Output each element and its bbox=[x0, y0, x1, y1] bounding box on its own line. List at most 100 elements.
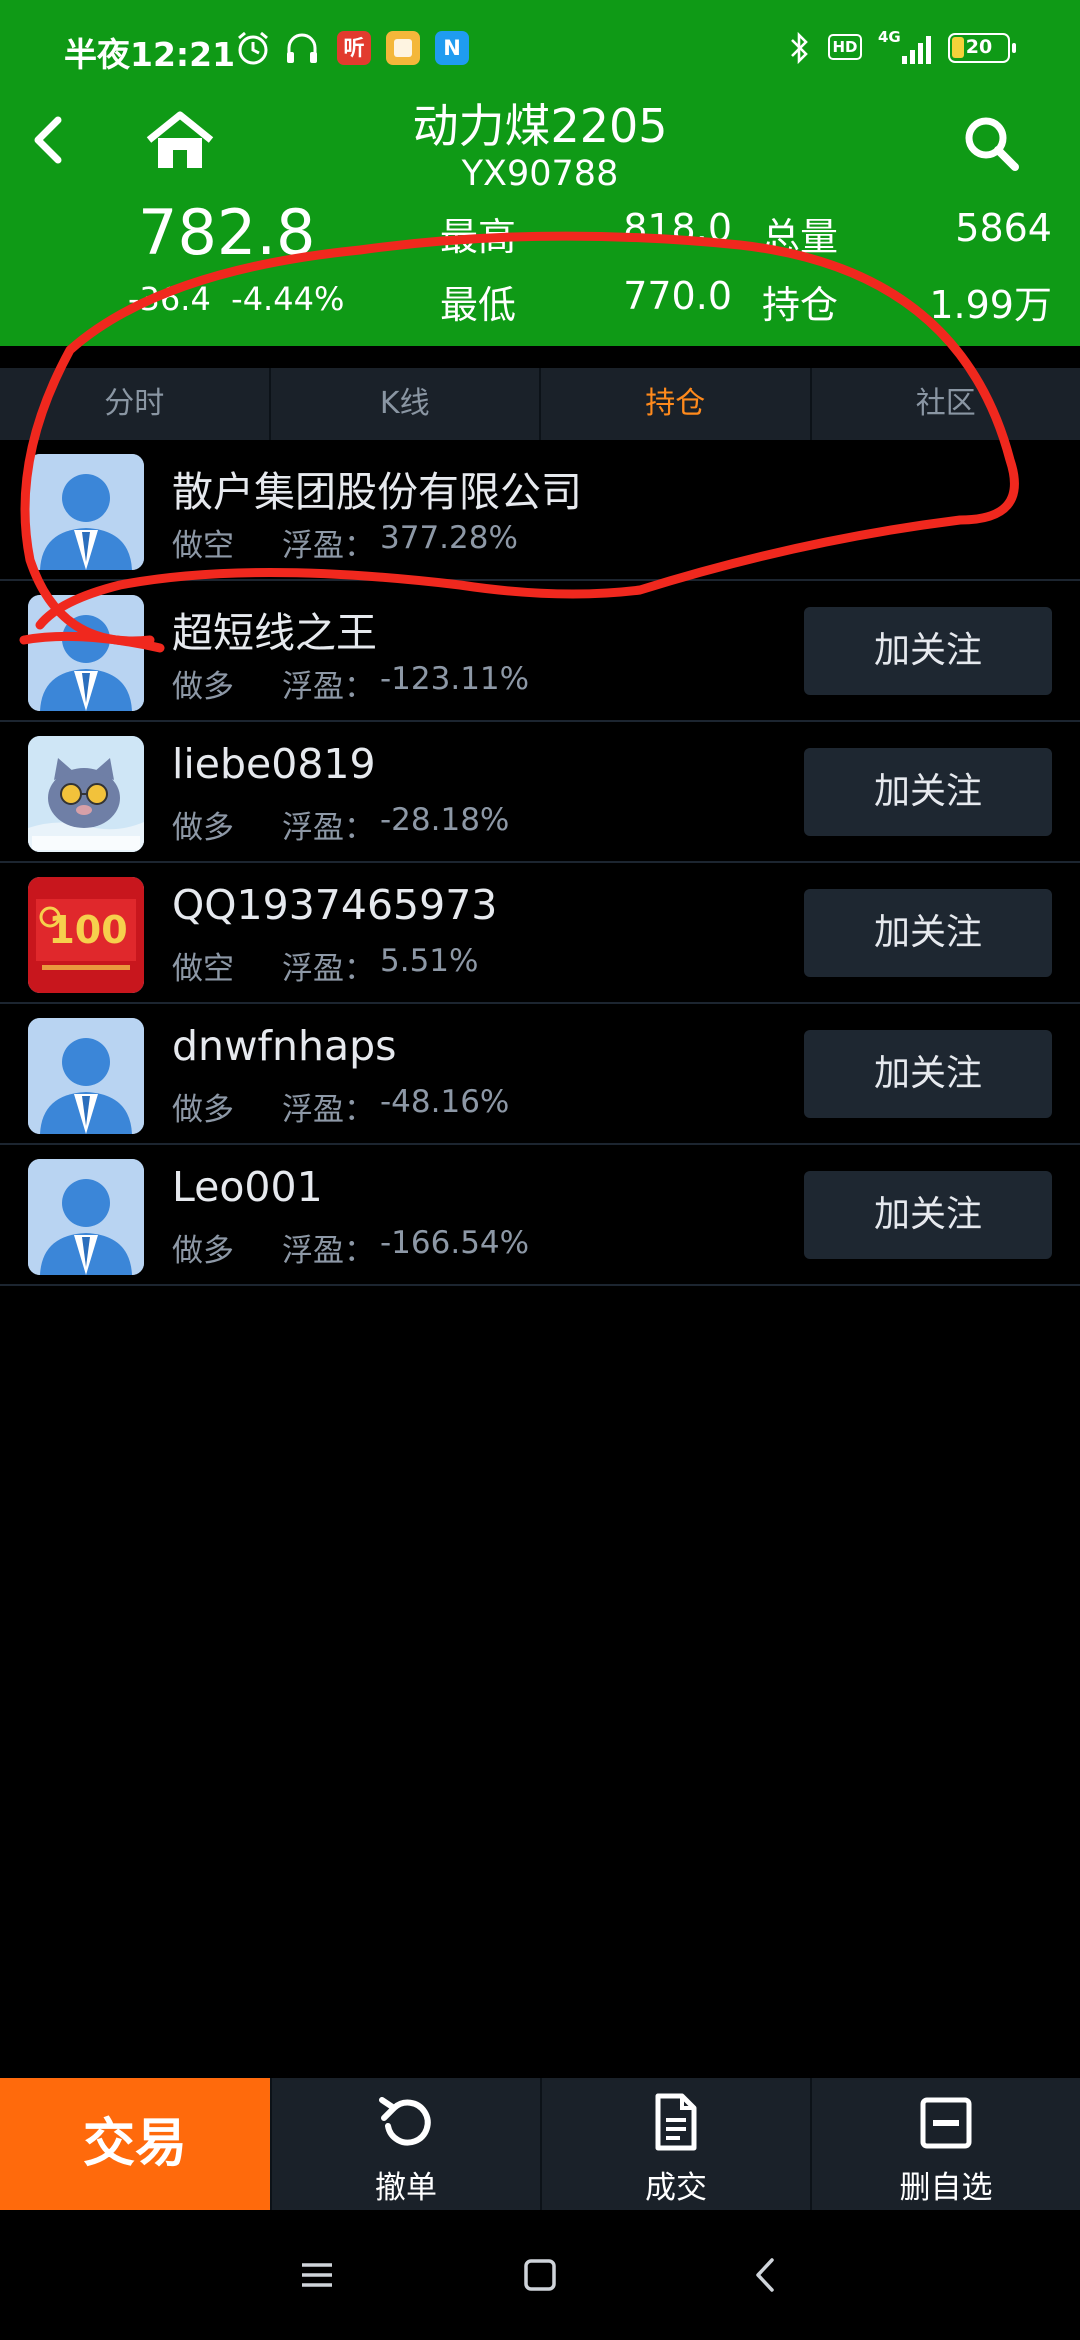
list-item[interactable]: Leo001 做多 浮盈： -166.54% 加关注 bbox=[0, 1145, 1080, 1286]
trader-name: QQ1937465973 bbox=[172, 881, 498, 929]
status-bar: 半夜12:21 听 N HD 4G 20 bbox=[0, 0, 1080, 100]
trades-button[interactable]: 成交 bbox=[540, 2078, 810, 2210]
avatar[interactable] bbox=[28, 454, 144, 570]
home-icon[interactable] bbox=[145, 110, 215, 172]
pnl-label: 浮盈： bbox=[282, 1092, 375, 1128]
position-side: 做多 bbox=[172, 1233, 234, 1269]
pnl-value: 377.28% bbox=[380, 520, 518, 556]
pnl-value: -28.18% bbox=[380, 802, 510, 838]
avatar[interactable] bbox=[28, 595, 144, 711]
search-icon[interactable] bbox=[960, 112, 1022, 174]
cat-avatar-icon bbox=[28, 736, 144, 852]
last-price: 782.8 bbox=[138, 196, 316, 269]
volume-label: 总量 bbox=[762, 215, 839, 259]
price-change: -36.4 -4.44% bbox=[128, 280, 344, 318]
remove-watchlist-label: 删自选 bbox=[899, 2170, 993, 2206]
pnl-value: -123.11% bbox=[380, 661, 530, 697]
system-back-icon[interactable] bbox=[742, 2250, 792, 2300]
pnl-value: -48.16% bbox=[380, 1084, 510, 1120]
trader-name: 超短线之王 bbox=[172, 609, 377, 657]
list-item[interactable]: 100 QQ1937465973 做空 浮盈： 5.51% 加关注 bbox=[0, 863, 1080, 1004]
signal-icon bbox=[902, 36, 931, 64]
tab-bar: 分时 K线 持仓 社区 bbox=[0, 368, 1080, 440]
change-value: -36.4 bbox=[128, 280, 211, 318]
change-percent: -4.44% bbox=[231, 280, 345, 318]
remove-watchlist-button[interactable]: 删自选 bbox=[810, 2078, 1080, 2210]
open-interest-value: 1.99万 bbox=[929, 283, 1052, 327]
remove-watchlist-icon bbox=[920, 2097, 972, 2149]
trader-name: 散户集团股份有限公司 bbox=[172, 468, 582, 516]
contract-code: YX90788 bbox=[461, 154, 619, 194]
pnl-label: 浮盈： bbox=[282, 810, 375, 846]
trader-name: dnwfnhaps bbox=[172, 1022, 397, 1070]
follow-button[interactable]: 加关注 bbox=[804, 889, 1052, 977]
trader-name: Leo001 bbox=[172, 1163, 323, 1211]
list-item[interactable]: 超短线之王 做多 浮盈： -123.11% 加关注 bbox=[0, 581, 1080, 722]
avatar[interactable]: 100 bbox=[28, 877, 144, 993]
follow-button[interactable]: 加关注 bbox=[804, 1030, 1052, 1118]
avatar[interactable] bbox=[28, 1159, 144, 1275]
avatar[interactable] bbox=[28, 1018, 144, 1134]
positions-list: 散户集团股份有限公司 做空 浮盈： 377.28% 超短线之王 做多 浮盈： -… bbox=[0, 440, 1080, 1286]
pnl-value: -166.54% bbox=[380, 1225, 530, 1261]
battery-level: 20 bbox=[965, 36, 993, 58]
low-label: 最低 bbox=[440, 283, 517, 327]
notes-app-icon bbox=[386, 31, 420, 65]
list-item[interactable]: dnwfnhaps 做多 浮盈： -48.16% 加关注 bbox=[0, 1004, 1080, 1145]
pnl-label: 浮盈： bbox=[282, 1233, 375, 1269]
back-arrow-icon[interactable] bbox=[28, 112, 68, 168]
follow-button[interactable]: 加关注 bbox=[804, 1171, 1052, 1259]
trade-button[interactable]: 交易 bbox=[0, 2078, 270, 2210]
pnl-label: 浮盈： bbox=[282, 951, 375, 987]
status-time: 半夜12:21 bbox=[64, 35, 236, 74]
default-avatar-icon bbox=[28, 595, 144, 711]
tab-timeshare[interactable]: 分时 bbox=[0, 368, 271, 440]
trades-label: 成交 bbox=[645, 2170, 707, 2206]
document-icon bbox=[655, 2093, 697, 2151]
pnl-label: 浮盈： bbox=[282, 528, 375, 564]
hd-icon: HD bbox=[828, 34, 862, 60]
pnl-label: 浮盈： bbox=[282, 669, 375, 705]
follow-button[interactable]: 加关注 bbox=[804, 607, 1052, 695]
battery-icon: 20 bbox=[948, 33, 1016, 63]
avatar[interactable] bbox=[28, 736, 144, 852]
list-item[interactable]: liebe0819 做多 浮盈： -28.18% 加关注 bbox=[0, 722, 1080, 863]
tab-community[interactable]: 社区 bbox=[812, 368, 1080, 440]
pnl-value: 5.51% bbox=[380, 943, 479, 979]
menu-icon[interactable] bbox=[292, 2250, 342, 2300]
network-type: 4G bbox=[878, 28, 901, 46]
red-emblem-avatar-icon: 100 bbox=[28, 877, 144, 993]
cancel-order-button[interactable]: 撤单 bbox=[270, 2078, 540, 2210]
default-avatar-icon bbox=[28, 1018, 144, 1134]
tab-positions[interactable]: 持仓 bbox=[541, 368, 812, 440]
tab-kline[interactable]: K线 bbox=[271, 368, 541, 440]
list-item[interactable]: 散户集团股份有限公司 做空 浮盈： 377.28% bbox=[0, 440, 1080, 581]
position-side: 做多 bbox=[172, 810, 234, 846]
bottom-action-bar: 交易 撤单 成交 删自选 bbox=[0, 2078, 1080, 2210]
volume-value: 5864 bbox=[955, 206, 1052, 250]
svg-text:100: 100 bbox=[48, 908, 127, 952]
default-avatar-icon bbox=[28, 454, 144, 570]
high-value: 818.0 bbox=[623, 206, 732, 250]
default-avatar-icon bbox=[28, 1159, 144, 1275]
follow-button[interactable]: 加关注 bbox=[804, 748, 1052, 836]
open-interest-label: 持仓 bbox=[762, 283, 839, 327]
position-side: 做多 bbox=[172, 1092, 234, 1128]
alarm-icon bbox=[238, 31, 268, 65]
cancel-order-label: 撤单 bbox=[375, 2170, 437, 2206]
n-app-icon: N bbox=[435, 31, 469, 65]
position-side: 做空 bbox=[172, 951, 234, 987]
low-value: 770.0 bbox=[623, 274, 732, 318]
position-side: 做多 bbox=[172, 669, 234, 705]
trader-name: liebe0819 bbox=[172, 740, 376, 788]
quote-header: 半夜12:21 听 N HD 4G 20 动力煤2205 YX90788 782… bbox=[0, 0, 1080, 346]
system-navigation-bar bbox=[0, 2210, 1080, 2340]
position-side: 做空 bbox=[172, 528, 234, 564]
high-label: 最高 bbox=[440, 215, 517, 259]
bluetooth-icon bbox=[791, 31, 808, 65]
home-square-icon[interactable] bbox=[515, 2250, 565, 2300]
contract-title: 动力煤2205 bbox=[412, 99, 668, 153]
undo-icon bbox=[379, 2097, 431, 2146]
headphones-icon bbox=[287, 33, 317, 63]
ting-app-icon: 听 bbox=[337, 31, 371, 65]
